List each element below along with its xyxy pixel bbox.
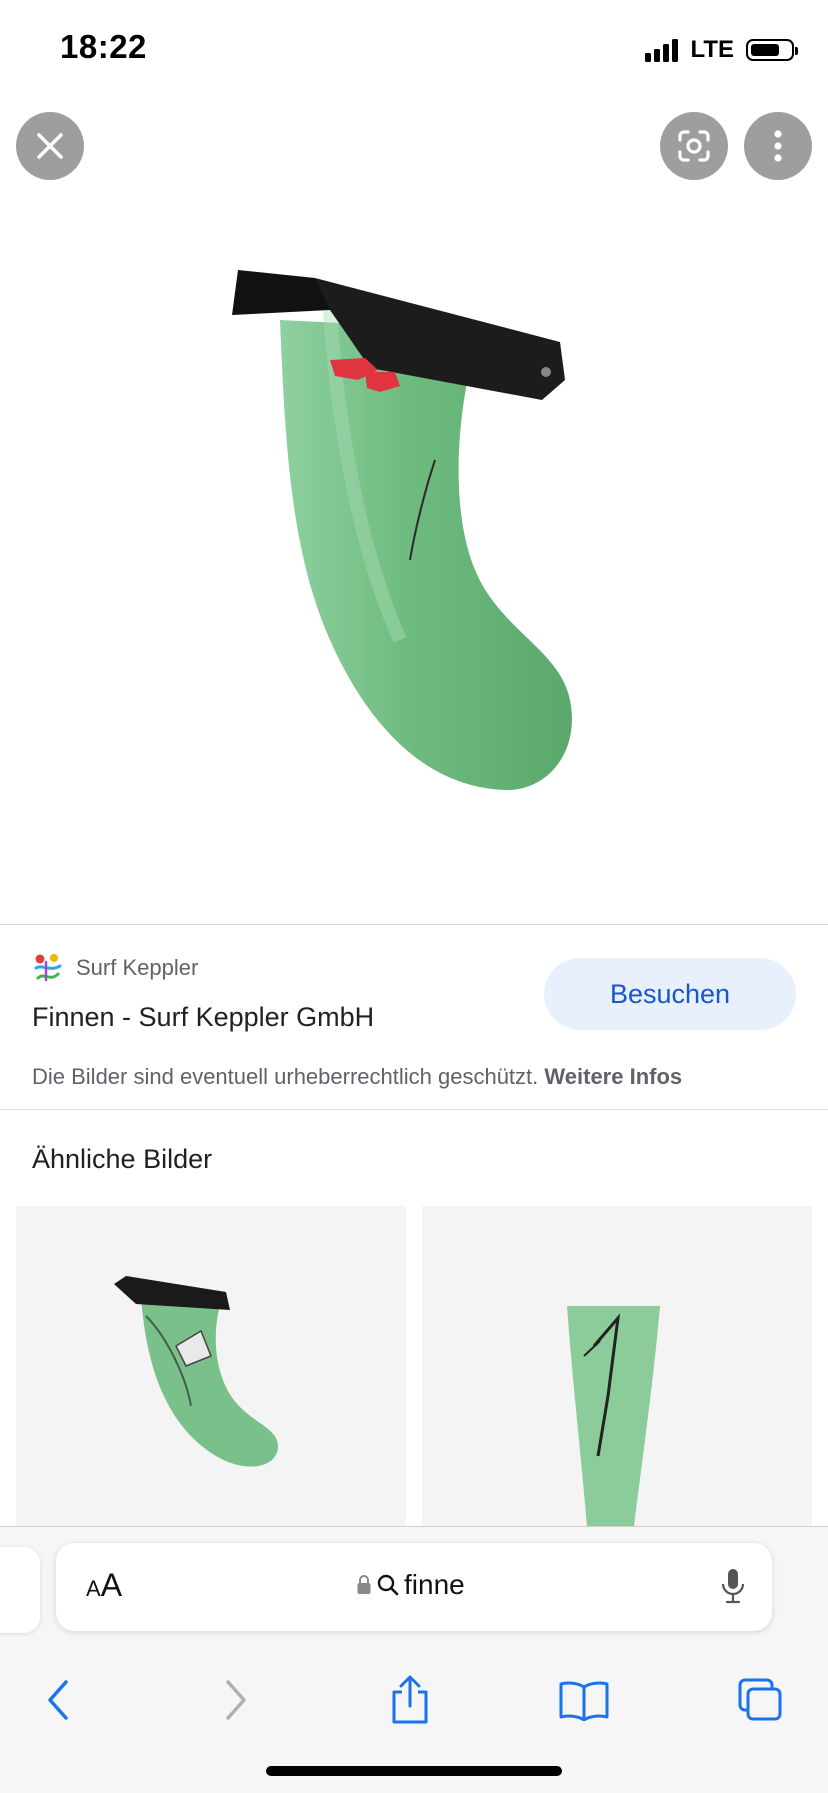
visit-button[interactable]: Besuchen (544, 958, 796, 1030)
divider (0, 1109, 828, 1110)
bookmarks-button[interactable] (554, 1673, 614, 1727)
tabs-button[interactable] (730, 1673, 790, 1727)
home-indicator[interactable] (266, 1766, 562, 1776)
back-icon (48, 1680, 68, 1720)
tabs-icon (738, 1678, 782, 1721)
previous-tab-preview[interactable] (0, 1547, 40, 1633)
close-icon (37, 133, 63, 159)
status-time: 18:22 (60, 28, 147, 65)
more-info-link[interactable]: Weitere Infos (544, 1064, 682, 1089)
forward-icon (226, 1680, 246, 1720)
mic-icon[interactable] (720, 1567, 746, 1605)
share-button[interactable] (380, 1673, 440, 1727)
address-bar[interactable]: AA finne (56, 1543, 772, 1631)
battery-icon (746, 39, 798, 61)
main-fin-image[interactable] (80, 190, 730, 910)
thumbnail-fin-image (16, 1206, 406, 1526)
site-favicon (34, 954, 62, 982)
browser-toolbar (0, 1663, 828, 1733)
similar-image-1[interactable] (16, 1206, 406, 1526)
lock-icon (357, 1575, 371, 1594)
text-size-large-a: A (100, 1567, 123, 1603)
lens-button[interactable] (660, 112, 728, 180)
more-vert-icon (774, 130, 782, 162)
back-button[interactable] (28, 1673, 88, 1727)
url-display[interactable]: finne (356, 1569, 465, 1601)
similar-images-heading: Ähnliche Bilder (32, 1144, 213, 1174)
signal-icon (645, 38, 679, 62)
more-options-button[interactable] (744, 112, 812, 180)
forward-button[interactable] (206, 1673, 266, 1727)
copyright-notice: Die Bilder sind eventuell urheberrechtli… (32, 1064, 682, 1090)
close-button[interactable] (16, 112, 84, 180)
similar-image-2[interactable] (422, 1206, 812, 1526)
thumbnail-fin-image (422, 1206, 812, 1526)
status-bar: 18:22 LTE (0, 0, 828, 90)
lens-icon (678, 130, 710, 162)
share-icon (392, 1675, 428, 1724)
bookmarks-icon (559, 1681, 609, 1721)
text-size-button[interactable]: AA (86, 1567, 122, 1604)
status-indicators: LTE (645, 36, 798, 64)
browser-bottom-bar: AA finne (0, 1526, 828, 1793)
divider (0, 924, 828, 925)
result-title[interactable]: Finnen - Surf Keppler GmbH (32, 1002, 374, 1033)
text-size-small-a: A (86, 1576, 101, 1601)
search-icon (377, 1574, 399, 1596)
url-text: finne (404, 1569, 465, 1600)
source-name: Surf Keppler (76, 955, 199, 980)
image-viewer (0, 90, 828, 924)
source-row[interactable]: Surf Keppler (32, 952, 198, 984)
copyright-text: Die Bilder sind eventuell urheberrechtli… (32, 1064, 539, 1089)
network-label: LTE (690, 36, 734, 63)
